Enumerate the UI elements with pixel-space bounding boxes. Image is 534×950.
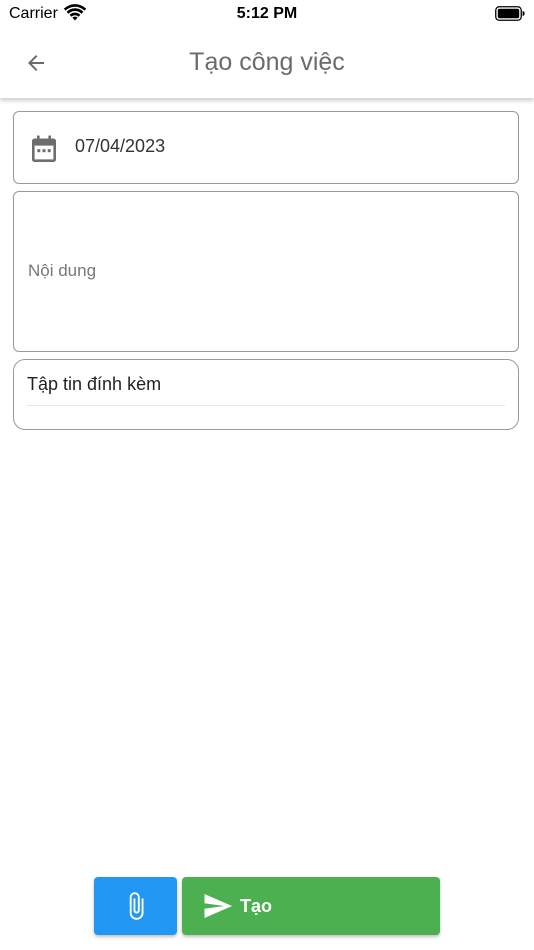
- attachments-label: Tập tin đính kèm: [27, 374, 162, 394]
- date-value: 07/04/2023: [75, 136, 166, 156]
- attach-file-button[interactable]: [94, 877, 177, 935]
- battery-icon: [495, 6, 525, 21]
- create-button[interactable]: Tạo: [182, 877, 440, 935]
- attachments-divider: [27, 405, 505, 406]
- send-icon: [204, 894, 232, 918]
- status-bar: Carrier 5:12 PM: [0, 0, 534, 28]
- page-title: Tạo công việc: [189, 48, 345, 76]
- attachments-section: Tập tin đính kèm: [13, 359, 519, 430]
- create-button-label: Tạo: [240, 896, 273, 916]
- content-field: [13, 191, 519, 352]
- paperclip-icon: [129, 892, 143, 920]
- status-time: 5:12 PM: [236, 5, 298, 22]
- calendar-icon: [32, 135, 56, 162]
- date-picker-field[interactable]: 07/04/2023: [13, 111, 519, 184]
- app-bar: Tạo công việc: [0, 28, 534, 98]
- content-input[interactable]: [28, 192, 504, 351]
